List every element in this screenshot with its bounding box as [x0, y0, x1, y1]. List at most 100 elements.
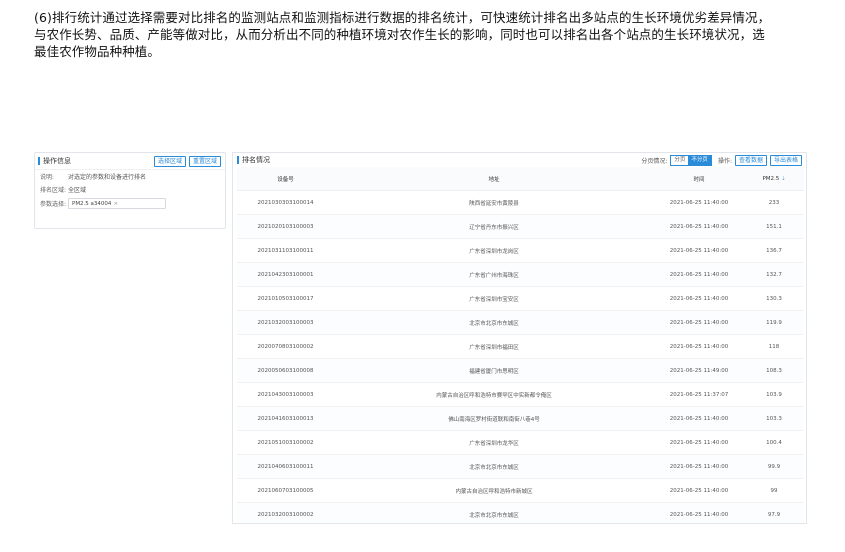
- cell-time: 2021-06-25 11:40:00: [654, 190, 744, 215]
- table-row[interactable]: 2021032003100002 北京市北京市东城区 2021-06-25 11:4…: [237, 502, 804, 523]
- cell-address: 北京市北京市东城区: [334, 310, 654, 335]
- parameter-label: 参数选择:: [40, 201, 67, 208]
- paging-label: 分页情况:: [641, 157, 668, 165]
- cell-device: 2020050603100008: [237, 358, 334, 383]
- ranking-table: 设备号 地址 时间 PM2.5 ⇣ 2021030303100014 陕西省延安市黄…: [237, 167, 804, 523]
- table-row[interactable]: 2021020103100003 辽宁省丹东市振兴区 2021-06-25 11:4…: [237, 214, 804, 239]
- cell-time: 2021-06-25 11:40:00: [654, 478, 744, 503]
- cell-pm: 132.7: [744, 262, 804, 287]
- cell-time: 2021-06-25 11:49:00: [654, 358, 744, 383]
- column-header-time: 时间: [654, 167, 744, 191]
- cell-time: 2021-06-25 11:40:00: [654, 430, 744, 455]
- table-header-row: 设备号 地址 时间 PM2.5 ⇣: [237, 167, 804, 191]
- table-row[interactable]: 2021030303100014 陕西省延安市黄陵县 2021-06-25 11:4…: [237, 190, 804, 215]
- operation-info-title-text: 操作信息: [43, 157, 71, 165]
- intro-line: 最佳农作物品种种植。: [34, 44, 161, 59]
- parameter-row: 参数选择: PM2.5 a34004 ×: [35, 196, 225, 211]
- cell-address: 内蒙古自治区呼和浩特市新城区: [334, 478, 654, 503]
- table-row[interactable]: 2020070803100002 广东省深圳市福田区 2021-06-25 11:4…: [237, 334, 804, 359]
- description-row: 说明: 对选定的参数和设备进行排名: [35, 170, 225, 183]
- cell-pm: 100.4: [744, 430, 804, 455]
- table-row[interactable]: 2021060703100005 内蒙古自治区呼和浩特市新城区 2021-06-25…: [237, 478, 804, 503]
- cell-address: 北京市北京市东城区: [334, 454, 654, 479]
- intro-line: 与农作长势、品质、产能等做对比，从而分析出不同的种植环境对农作生长的影响，同时也…: [34, 27, 765, 42]
- table-row[interactable]: 2021031103100011 广东省深圳市龙岗区 2021-06-25 11:4…: [237, 238, 804, 263]
- select-area-button[interactable]: 选择区域: [153, 155, 186, 167]
- column-header-pm25[interactable]: PM2.5 ⇣: [744, 167, 804, 191]
- cell-time: 2021-06-25 11:37:07: [654, 382, 744, 407]
- intro-line: (6)排行统计通过选择需要对比排名的监测站点和监测指标进行数据的排名统计，可快速…: [34, 10, 771, 25]
- ranking-title: 排名情况: [237, 155, 270, 165]
- table-row[interactable]: 2021041603100013 佛山南海区罗村街道联和南街八巷4号 2021-06…: [237, 406, 804, 431]
- cell-pm: 103.9: [744, 382, 804, 407]
- paging-off-option[interactable]: 不分页: [688, 155, 711, 165]
- cell-device: 2021041603100013: [237, 406, 334, 431]
- cell-device: 2021032003100002: [237, 502, 334, 523]
- parameter-select[interactable]: PM2.5 a34004 ×: [68, 198, 166, 209]
- ranking-title-text: 排名情况: [242, 156, 270, 164]
- ranking-area-value: 全区域: [68, 187, 87, 194]
- table-row[interactable]: 2021042303100001 广东省广州市海珠区 2021-06-25 11:4…: [237, 262, 804, 287]
- ranking-toolbar: 分页情况: 分页 不分页 操作: 查看数据 导出表格: [641, 154, 802, 166]
- tag-close-icon[interactable]: ×: [113, 201, 118, 207]
- cell-device: 2021032003100003: [237, 310, 334, 335]
- cell-time: 2021-06-25 11:40:00: [654, 334, 744, 359]
- cell-time: 2021-06-25 11:40:00: [654, 406, 744, 431]
- cell-device: 2021031103100011: [237, 238, 334, 263]
- title-accent-bar: [237, 156, 239, 164]
- table-row[interactable]: 2021051003100002 广东省深圳市龙华区 2021-06-25 11:4…: [237, 430, 804, 455]
- operation-info-title: 操作信息: [38, 156, 71, 166]
- cell-device: 2021060703100005: [237, 478, 334, 503]
- cell-address: 辽宁省丹东市振兴区: [334, 214, 654, 239]
- cell-device: 2021043003100003: [237, 382, 334, 407]
- view-data-button[interactable]: 查看数据: [734, 154, 767, 166]
- cell-address: 北京市北京市东城区: [334, 502, 654, 523]
- cell-address: 福建省厦门市思明区: [334, 358, 654, 383]
- cell-time: 2021-06-25 11:40:00: [654, 262, 744, 287]
- cell-pm: 99.9: [744, 454, 804, 479]
- cell-pm: 99: [744, 478, 804, 503]
- cell-address: 广东省深圳市龙华区: [334, 430, 654, 455]
- cell-address: 陕西省延安市黄陵县: [334, 190, 654, 215]
- cell-pm: 136.7: [744, 238, 804, 263]
- paging-on-option[interactable]: 分页: [671, 156, 688, 165]
- ranking-area-row: 排名区域: 全区域: [35, 183, 225, 196]
- cell-address: 内蒙古自治区呼和浩特市赛罕区中实新都令俺区: [334, 382, 654, 407]
- cell-time: 2021-06-25 11:40:00: [654, 454, 744, 479]
- cell-time: 2021-06-25 11:40:00: [654, 286, 744, 311]
- cell-device: 2021020103100003: [237, 214, 334, 239]
- sort-icon[interactable]: ⇣: [781, 176, 785, 182]
- operation-info-actions: 选择区域 重置区域: [151, 155, 221, 167]
- export-table-button[interactable]: 导出表格: [769, 154, 802, 166]
- table-row[interactable]: 2021010503100017 广东省深圳市宝安区 2021-06-25 11:4…: [237, 286, 804, 311]
- cell-pm: 130.3: [744, 286, 804, 311]
- table-body: 2021030303100014 陕西省延安市黄陵县 2021-06-25 11:4…: [237, 190, 804, 523]
- cell-time: 2021-06-25 11:40:00: [654, 214, 744, 239]
- ranking-area-label: 排名区域:: [40, 187, 67, 194]
- cell-pm: 233: [744, 190, 804, 215]
- cell-pm: 108.3: [744, 358, 804, 383]
- description-label: 说明:: [40, 174, 55, 181]
- pm25-header-label: PM2.5: [762, 175, 780, 182]
- cell-device: 2021051003100002: [237, 430, 334, 455]
- cell-pm: 97.9: [744, 502, 804, 523]
- description-value: 对选定的参数和设备进行排名: [68, 174, 147, 181]
- table-row[interactable]: 2021043003100003 内蒙古自治区呼和浩特市赛罕区中实新都令俺区 202…: [237, 382, 804, 407]
- cell-pm: 119.9: [744, 310, 804, 335]
- operation-info-header: 操作信息 选择区域 重置区域: [35, 153, 225, 170]
- cell-pm: 151.1: [744, 214, 804, 239]
- cell-address: 广东省广州市海珠区: [334, 262, 654, 287]
- table-row[interactable]: 2020050603100008 福建省厦门市思明区 2021-06-25 11:4…: [237, 358, 804, 383]
- cell-address: 佛山南海区罗村街道联和南街八巷4号: [334, 406, 654, 431]
- intro-paragraph: (6)排行统计通过选择需要对比排名的监测站点和监测指标进行数据的排名统计，可快速…: [34, 9, 824, 60]
- table-row[interactable]: 2021032003100003 北京市北京市东城区 2021-06-25 11:4…: [237, 310, 804, 335]
- ranking-header: 排名情况 分页情况: 分页 不分页 操作: 查看数据 导出表格: [233, 153, 806, 167]
- cell-device: 2021010503100017: [237, 286, 334, 311]
- table-row[interactable]: 2021040603100011 北京市北京市东城区 2021-06-25 11:4…: [237, 454, 804, 479]
- operations-label: 操作:: [717, 157, 732, 165]
- reset-area-button[interactable]: 重置区域: [188, 155, 221, 167]
- cell-device: 2021042303100001: [237, 262, 334, 287]
- column-header-address: 地址: [334, 167, 654, 191]
- cell-time: 2021-06-25 11:40:00: [654, 310, 744, 335]
- cell-address: 广东省深圳市宝安区: [334, 286, 654, 311]
